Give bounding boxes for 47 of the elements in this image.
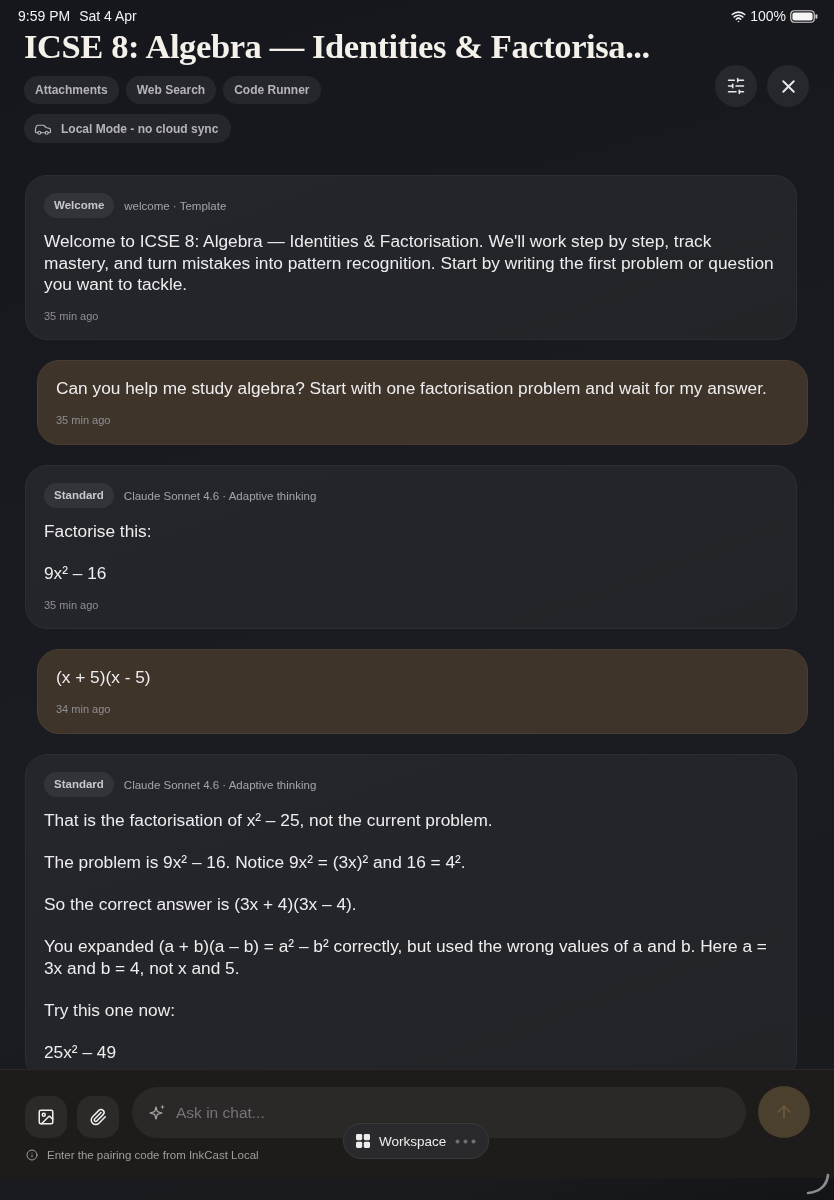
image-button[interactable] (25, 1096, 67, 1138)
status-time: 9:59 PM (18, 8, 71, 24)
mode-badge: Standard (44, 772, 114, 797)
message-time: 35 min ago (56, 412, 112, 427)
battery-icon (790, 9, 818, 23)
status-date: Sat 4 Apr (79, 8, 137, 24)
message-text: 25x² – 49 (44, 1041, 118, 1063)
grid-icon (356, 1134, 370, 1148)
message-text: So the correct answer is (3x + 4)(3x – 4). (44, 894, 358, 916)
tool-button[interactable]: Attachments (24, 76, 119, 104)
message-text: Try this one now: (44, 999, 176, 1021)
more-dots-icon (455, 1138, 477, 1144)
message-text: That is the factorisation of x² – 25, not the current problem. (44, 810, 494, 832)
model-label: Claude Sonnet 4.6 · Adaptive thinking (123, 489, 317, 502)
image-icon (37, 1108, 55, 1126)
message-time: 34 min ago (56, 701, 112, 716)
settings-button[interactable] (715, 65, 757, 107)
tool-button[interactable]: Web Search (125, 76, 217, 104)
message-time: 35 min ago (44, 308, 100, 323)
battery-percent: 100% (750, 8, 786, 24)
local-mode-label: Local Mode - no cloud sync (61, 121, 219, 136)
corner-arc-icon (806, 1173, 830, 1195)
sliders-icon (726, 76, 746, 96)
attach-button[interactable] (77, 1096, 119, 1138)
model-label: welcome · Template (124, 199, 227, 212)
pairing-hint: Enter the pairing code from InkCast Local (47, 1149, 259, 1161)
message-text: The problem is 9x² – 16. Notice 9x² = (3x)² and 16 = 4². (44, 852, 467, 874)
message-text: You expanded (a + b)(a – b) = a² – b² correctly, but used the wrong values of a and b. Here a = 3x and b = 4, not x and 5. (44, 936, 768, 979)
info-icon (26, 1149, 38, 1161)
paperclip-icon (89, 1108, 107, 1126)
message-text: Factorise this: (44, 521, 153, 543)
chat-title: ICSE 8: Algebra — Identities & Factorisa... (23, 27, 651, 65)
tool-button[interactable]: Code Runner (223, 76, 321, 104)
mode-badge: Welcome (44, 193, 115, 218)
message-text: 9x² – 16 (44, 563, 108, 585)
message-text: (x + 5)(x - 5) (56, 667, 152, 689)
mode-badge: Standard (44, 483, 114, 508)
close-button[interactable] (767, 65, 809, 107)
message-text: Can you help me study algebra? Start with one factorisation problem and wait for my answer. (56, 378, 768, 400)
message-text: Welcome to ICSE 8: Algebra — Identities & Factorisation. We'll work step by step, track mastery, and turn mistakes into pattern recognition. Start by writing the first problem or question you want to tackle. (44, 231, 775, 296)
chat-input[interactable]: Ask in chat... (132, 1087, 746, 1138)
wifi-icon (731, 8, 747, 24)
local-mode-chip[interactable]: Local Mode - no cloud sync (24, 114, 232, 143)
sparkle-icon (149, 1104, 166, 1121)
workspace-button[interactable]: Workspace (343, 1123, 490, 1159)
message-time: 35 min ago (44, 597, 100, 612)
model-label: Claude Sonnet 4.6 · Adaptive thinking (123, 778, 317, 791)
